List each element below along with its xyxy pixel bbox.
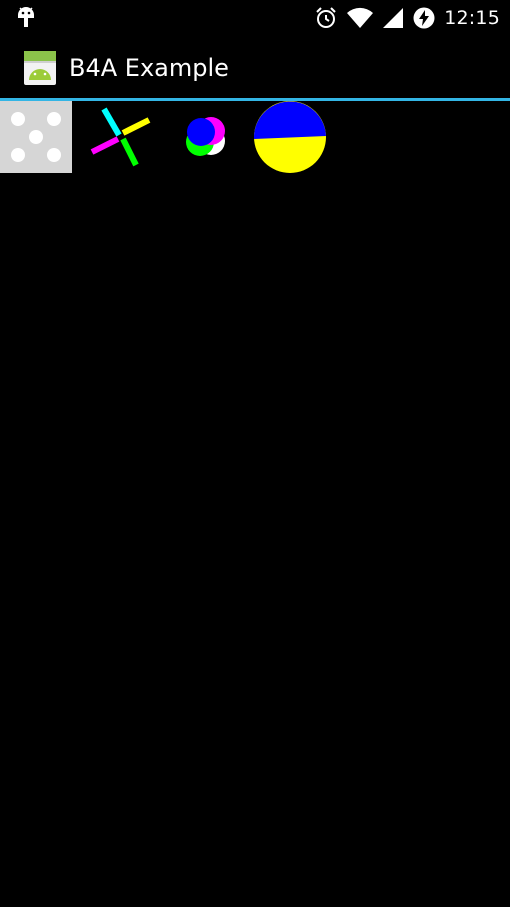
status-bar: 12:15 (0, 0, 510, 36)
status-time: 12:15 (444, 7, 500, 29)
android-debug-icon (18, 7, 34, 27)
wifi-icon (347, 7, 374, 28)
signal-icon (383, 8, 404, 28)
overlapping-circles-image (186, 117, 225, 156)
main-content (0, 101, 510, 907)
two-tone-circle-image (254, 101, 326, 173)
battery-charging-icon (413, 7, 435, 29)
alarm-icon (316, 7, 336, 28)
app-title: B4A Example (69, 54, 229, 82)
pinwheel-image (90, 107, 151, 167)
action-bar: B4A Example (0, 36, 510, 99)
app-launcher-icon[interactable] (23, 50, 57, 86)
status-icons: 12:15 (314, 4, 500, 32)
dice-five-image (0, 101, 72, 173)
